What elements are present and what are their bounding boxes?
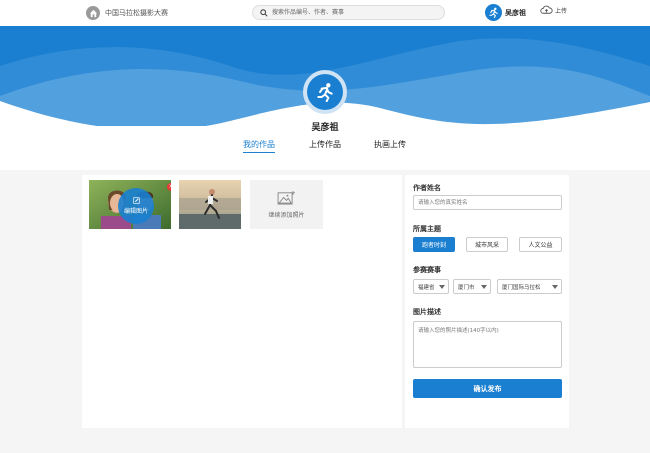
city-select[interactable]: 厦门市 [453,279,491,294]
author-name-label: 作者姓名 [413,184,441,192]
theme-option-city[interactable]: 城市风采 [466,237,508,252]
publish-form-panel: 作者姓名 所属主题 跑者时刻 城市风采 人文公益 参赛赛事 福建省 厦门市 厦门… [405,175,569,428]
theme-label: 所属主题 [413,225,441,233]
top-navbar: 中国马拉松摄影大赛 吴彦祖 上传 [0,0,650,26]
photo-thumbnail[interactable]: 编辑图片 × [89,180,171,229]
profile-name: 吴彦祖 [311,123,339,133]
search-icon [260,9,268,19]
chevron-down-icon [439,285,445,289]
runner-icon [317,83,333,102]
city-value: 厦门市 [458,284,475,291]
edit-icon [132,197,140,204]
province-select[interactable]: 福建省 [413,279,449,294]
search-bar[interactable] [252,5,445,20]
profile-tabs: 我的作品 上传作品 执画上传 [0,139,650,153]
edit-photo-label: 编辑图片 [123,208,148,215]
profile-avatar [303,70,347,114]
site-title[interactable]: 中国马拉松摄影大赛 [105,8,168,18]
add-more-photos-button[interactable]: 继续添加照片 [250,180,323,229]
add-image-icon [277,190,295,205]
description-label: 图片描述 [413,308,441,316]
runner-icon [489,7,498,18]
description-textarea[interactable] [413,321,562,368]
confirm-publish-button[interactable]: 确认发布 [413,379,562,398]
close-icon: × [168,184,171,190]
user-avatar[interactable] [485,4,502,21]
runner-photo [179,180,241,229]
chevron-down-icon [481,285,487,289]
province-value: 福建省 [418,284,435,291]
edit-photo-overlay[interactable]: 编辑图片 [118,188,154,224]
chevron-down-icon [552,285,558,289]
upload-label: 上传 [555,7,568,15]
add-more-photos-label: 继续添加照片 [268,212,305,219]
event-label: 参赛赛事 [413,266,441,274]
search-input[interactable] [272,7,437,18]
user-name[interactable]: 吴彦祖 [505,8,526,18]
photo-gallery-panel: 编辑图片 × 继续添加照片 [82,175,402,428]
event-value: 厦门国际马拉松 [502,284,541,291]
delete-photo-button[interactable]: × [167,183,171,191]
author-name-input[interactable] [413,195,562,210]
theme-option-charity[interactable]: 人文公益 [519,237,562,252]
tab-batch-upload[interactable]: 执画上传 [374,139,406,150]
photo-thumbnail[interactable] [179,180,241,229]
tab-my-works[interactable]: 我的作品 [243,139,275,153]
tab-upload-works[interactable]: 上传作品 [309,139,341,150]
event-select[interactable]: 厦门国际马拉松 [497,279,562,294]
theme-option-runner[interactable]: 跑者时刻 [413,237,455,252]
cloud-upload-icon [540,5,553,14]
upload-button[interactable]: 上传 [540,5,567,15]
home-icon[interactable] [86,6,100,20]
